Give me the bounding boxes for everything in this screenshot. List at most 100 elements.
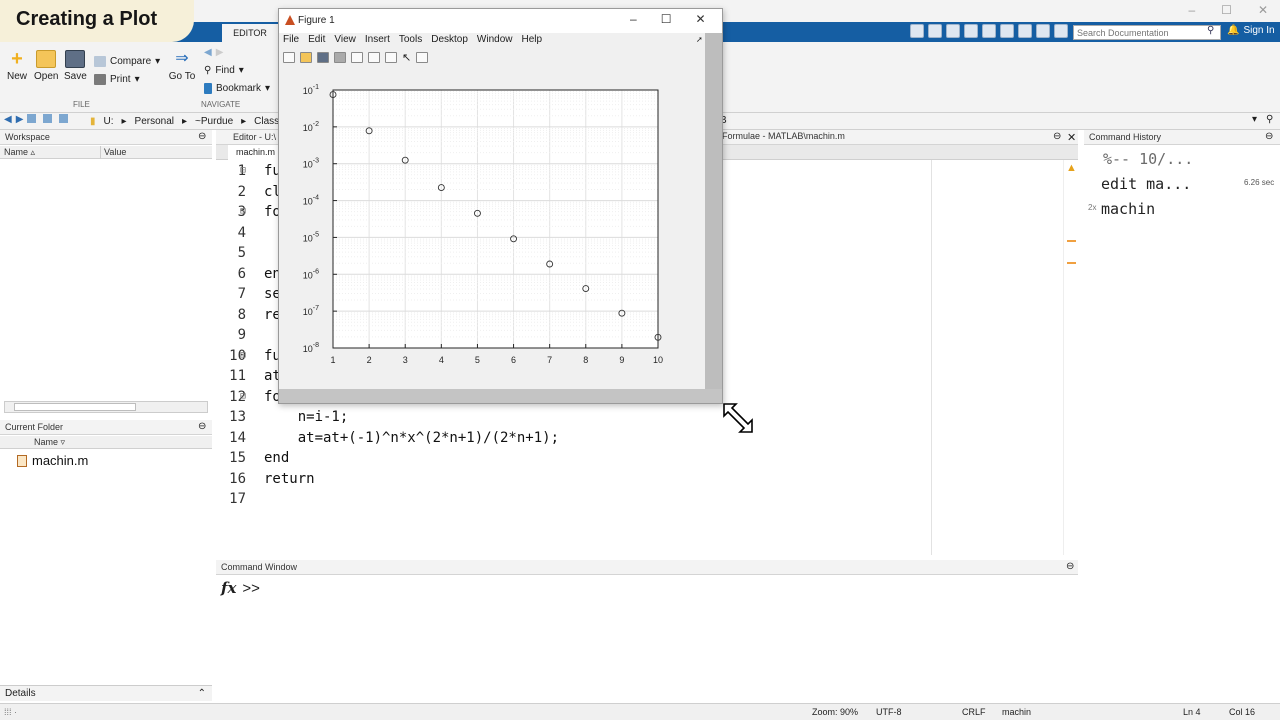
paste-icon[interactable]	[964, 24, 978, 38]
bookmark-button[interactable]: Bookmark ▾	[204, 83, 270, 94]
switch-windows-icon[interactable]	[1018, 24, 1032, 38]
save-figure-icon[interactable]	[317, 51, 329, 63]
figure-menu-item[interactable]: Desktop	[431, 33, 468, 47]
code-line[interactable]	[264, 489, 559, 510]
new-figure-icon[interactable]	[283, 51, 295, 63]
copy-icon[interactable]	[946, 24, 960, 38]
code-line[interactable]: n=i-1;	[264, 407, 559, 428]
file-list-item[interactable]: machin.m	[17, 453, 88, 468]
fold-toggle-icon[interactable]: ⊟	[240, 387, 252, 408]
legend-icon[interactable]	[385, 51, 397, 63]
open-button[interactable]: Open	[34, 50, 58, 82]
floppy-icon	[65, 50, 85, 68]
column-name[interactable]: Name ▿	[34, 436, 65, 449]
colorbar-icon[interactable]	[368, 51, 380, 63]
fx-icon[interactable]: fx	[221, 579, 236, 597]
close-icon[interactable]: ✕	[695, 12, 705, 26]
panel-menu-icon[interactable]: ⊖	[1265, 131, 1273, 142]
command-window[interactable]	[216, 575, 1078, 701]
sign-in-link[interactable]: 🔔 Sign In	[1227, 25, 1275, 36]
breadcrumb-item[interactable]: ~Purdue	[195, 116, 233, 127]
details-panel[interactable]: Details ⌃	[0, 685, 212, 701]
figure-menu-item[interactable]: View	[334, 33, 356, 47]
scatter-plot[interactable]: 1 2 3 4 5 6 7 8 9 1010-810-710-610-510-410-310-21…	[298, 80, 678, 380]
print-button[interactable]: Print ▾	[94, 74, 140, 85]
history-item[interactable]: machin	[1101, 200, 1155, 218]
link-plot-icon[interactable]	[351, 51, 363, 63]
code-line[interactable]: return	[264, 469, 559, 490]
history-item[interactable]: %-- 10/...	[1103, 150, 1193, 168]
printer-icon	[94, 74, 106, 85]
search-folder-icon[interactable]: ⚲	[1266, 114, 1273, 125]
fold-toggle-icon[interactable]: ⊟	[240, 202, 252, 223]
undo-icon[interactable]	[982, 24, 996, 38]
open-label: Open	[34, 71, 59, 82]
breadcrumb-item[interactable]: Personal	[135, 116, 174, 127]
cut-icon[interactable]	[928, 24, 942, 38]
figure-menu-item[interactable]: Help	[522, 33, 543, 47]
community-icon[interactable]	[1054, 24, 1068, 38]
find-button[interactable]: ⚲ Find ▾	[204, 65, 244, 76]
address-dropdown-icon[interactable]: ▾	[1252, 114, 1257, 125]
refresh-icon[interactable]	[59, 114, 69, 123]
up-folder-icon[interactable]	[27, 114, 37, 123]
maximize-icon[interactable]: ☐	[661, 12, 672, 26]
search-documentation-input[interactable]	[1073, 25, 1221, 40]
status-eol: CRLF	[962, 707, 986, 717]
save-button[interactable]: Save	[64, 50, 87, 82]
tab-editor[interactable]: EDITOR	[222, 24, 278, 42]
figure-resize-area[interactable]	[279, 389, 722, 403]
save-icon[interactable]	[910, 24, 924, 38]
forward-icon[interactable]: ▶	[16, 114, 24, 125]
fold-toggle-icon[interactable]: ⊟	[240, 346, 252, 367]
code-line[interactable]: at=at+(-1)^n*x^(2*n+1)/(2*n+1);	[264, 428, 559, 449]
search-icon[interactable]: ⚲	[1207, 25, 1214, 36]
scrollbar-thumb[interactable]	[14, 403, 136, 411]
panel-menu-icon[interactable]: ⊖	[1066, 561, 1074, 572]
x-tick-label: 9	[619, 355, 624, 365]
browse-folder-icon[interactable]	[43, 114, 53, 123]
column-value[interactable]: Value	[100, 146, 126, 159]
back-forward-nav[interactable]: ◀ ▶	[204, 47, 223, 58]
panel-menu-icon[interactable]: ⊖	[198, 131, 206, 142]
figure-menu-item[interactable]: File	[283, 33, 299, 47]
warning-marker[interactable]	[1067, 240, 1076, 242]
history-item[interactable]: edit ma...	[1101, 175, 1191, 193]
workspace-title: Workspace	[5, 132, 50, 142]
command-prompt[interactable]: fx >>	[221, 579, 260, 597]
close-icon[interactable]: ✕	[1067, 131, 1076, 144]
figure-resize-area[interactable]	[705, 33, 722, 403]
back-arrow-icon[interactable]: ◀	[204, 47, 212, 58]
panel-menu-icon[interactable]: ⊖	[1053, 131, 1061, 142]
help-icon[interactable]	[1036, 24, 1050, 38]
status-bar: ⁞⁞⁞ · Zoom: 90% UTF-8 CRLF machin Ln 4 C…	[0, 703, 1280, 720]
compare-button[interactable]: Compare ▾	[94, 56, 160, 67]
warning-marker[interactable]	[1067, 262, 1076, 264]
minimize-icon[interactable]: –	[1188, 3, 1195, 19]
back-icon[interactable]: ◀	[4, 114, 12, 125]
property-editor-icon[interactable]	[416, 51, 429, 63]
print-figure-icon[interactable]	[334, 51, 346, 63]
close-icon[interactable]: ✕	[1258, 3, 1268, 19]
figure-menu-item[interactable]: Insert	[365, 33, 390, 47]
figure-menu-item[interactable]: Edit	[308, 33, 325, 47]
redo-icon[interactable]	[1000, 24, 1014, 38]
open-file-icon[interactable]	[300, 51, 312, 63]
figure-menu-item[interactable]: Tools	[399, 33, 422, 47]
column-name[interactable]: Name ▵	[4, 146, 35, 159]
panel-menu-icon[interactable]: ⊖	[198, 421, 206, 432]
fold-toggle-icon[interactable]: ⊟	[240, 161, 252, 182]
new-button[interactable]: + New	[6, 49, 28, 82]
warning-icon[interactable]: ▲	[1066, 162, 1077, 174]
minimize-icon[interactable]: –	[630, 12, 637, 26]
figure-menu-item[interactable]: Window	[477, 33, 513, 47]
maximize-icon[interactable]: ☐	[1221, 3, 1232, 19]
arrow-pointer-icon[interactable]: ↖	[402, 51, 411, 64]
editor-title: Editor - U:\	[233, 132, 277, 142]
dock-arrow-icon[interactable]: ➚	[696, 35, 703, 44]
code-line[interactable]: end	[264, 448, 559, 469]
go-to-button[interactable]: ⇒ Go To	[168, 50, 196, 82]
breadcrumb-item[interactable]: U:	[104, 116, 114, 127]
forward-arrow-icon[interactable]: ▶	[216, 47, 224, 58]
